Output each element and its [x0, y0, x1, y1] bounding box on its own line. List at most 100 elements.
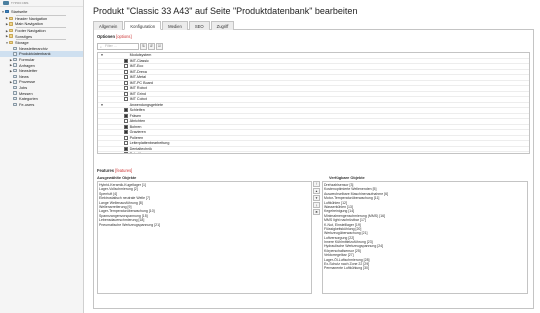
caret-down-icon[interactable]: ▼ — [98, 103, 106, 107]
option-label: IMT-Drexa — [129, 69, 147, 74]
tree-item-label: Prozesse — [19, 79, 36, 85]
tab-zugriff[interactable]: Zugriff — [210, 21, 235, 30]
tree-item[interactable]: ▶ Main Navigation — [0, 21, 83, 27]
tree-item-label: Storage — [15, 40, 29, 46]
option-group-label: Anwendungsgebiete — [129, 102, 164, 107]
page-icon — [13, 85, 17, 90]
collapse-all-button[interactable]: ⇅ — [140, 42, 147, 50]
folder-icon — [9, 28, 13, 33]
tree-item-label: Newsletterarchiv — [19, 45, 48, 51]
features-field-label: Features [features] — [97, 168, 530, 173]
option-checkbox[interactable] — [124, 119, 128, 124]
select-all-button[interactable]: ☑ — [156, 42, 163, 50]
move-up-button[interactable]: ▲ — [313, 188, 320, 194]
optionen-field-id: [options] — [116, 34, 132, 39]
available-objects-list[interactable]: Drehzahlsensor [3] Kostenoptimierte Welle… — [322, 181, 528, 294]
features-field-id: [features] — [115, 168, 133, 173]
option-label: IMT Grind — [129, 91, 146, 96]
tree-item-label: Main Navigation — [15, 21, 43, 27]
option-checkbox[interactable] — [124, 141, 128, 146]
option-checkbox[interactable] — [124, 80, 128, 85]
option-label: IMT-Eco — [129, 64, 144, 69]
tree-item-label: Startseite — [11, 9, 28, 15]
option-checkbox[interactable] — [124, 64, 128, 69]
tree-item-label: Footer Navigation — [15, 28, 46, 34]
option-label: Bohren — [129, 124, 142, 129]
option-label: Leiterplattenbearbeitung — [129, 141, 170, 146]
option-label: IMT-PC Board — [129, 80, 153, 85]
tree-item[interactable]: Fe-users — [0, 102, 83, 108]
filter-placeholder: Filter ... — [105, 44, 117, 48]
folder-icon — [9, 41, 13, 45]
page-icon — [13, 91, 17, 95]
option-checkbox[interactable] — [124, 108, 128, 113]
caret-down-icon[interactable]: ▼ — [98, 53, 106, 57]
folder-icon — [9, 16, 13, 21]
move-down-button[interactable]: ▼ — [313, 195, 320, 201]
features-column-headings: Ausgewählte Objekte Verfügbare Objekte — [97, 175, 530, 180]
sidebar-header-label: TYPO3 CMS — [11, 1, 29, 5]
option-checkbox[interactable] — [124, 130, 128, 135]
option-checkbox[interactable] — [124, 124, 128, 129]
option-label: IMT Cobot — [129, 97, 147, 102]
selected-list-controls: ⤒ ▲ ▼ ⤓ ✖ — [313, 181, 321, 294]
option-checkbox[interactable] — [124, 75, 128, 80]
page-icon — [13, 63, 17, 67]
option-checkbox[interactable] — [124, 69, 128, 74]
option-label: Dentaltechnik — [129, 146, 152, 151]
search-icon: ⌕ — [100, 44, 102, 49]
option-checkbox[interactable] — [124, 58, 128, 63]
expand-all-button[interactable]: ⇵ — [148, 42, 155, 50]
option-checkbox[interactable] — [124, 91, 128, 96]
tab-medien[interactable]: Medien — [162, 21, 188, 30]
option-label: Gravieren — [129, 130, 146, 135]
optionen-field-label: Optionen [options] — [97, 34, 530, 39]
page-title: Produkt "Classic 33 A43" auf Seite "Prod… — [93, 6, 358, 16]
typo3-logo-icon — [3, 1, 9, 5]
option-checkbox[interactable] — [124, 135, 128, 140]
tree-item-label: Jobs — [19, 85, 28, 91]
available-object-item[interactable]: Permanente Luftkühlung [30] — [324, 266, 526, 270]
main-content: Produkt "Classic 33 A43" auf Seite "Prod… — [84, 0, 540, 313]
page-icon — [13, 74, 17, 79]
site-icon — [5, 10, 9, 14]
option-label: IMT-Metal — [129, 75, 146, 80]
tab-konfiguration[interactable]: Konfiguration — [124, 21, 162, 30]
page-icon — [13, 102, 17, 106]
move-bottom-icon: ⤓ — [315, 203, 318, 207]
arrow-up-icon: ▲ — [315, 189, 318, 193]
optionen-filter-bar: ⌕ Filter ... ⇅ ⇵ ☑ — [97, 42, 530, 50]
option-checkbox[interactable] — [124, 97, 128, 102]
optionen-filter-input[interactable]: ⌕ Filter ... — [97, 42, 139, 50]
tree-item-label: Anfragen — [19, 62, 35, 68]
move-to-top-button[interactable]: ⤒ — [313, 181, 320, 187]
option-checkbox[interactable] — [124, 113, 128, 118]
optionen-label: Optionen — [97, 34, 115, 39]
tab-allgemein[interactable]: Allgemein — [93, 21, 124, 30]
tab-seo[interactable]: SEO — [188, 21, 210, 30]
tree-item-label: Messen — [19, 90, 33, 96]
move-to-bottom-button[interactable]: ⤓ — [313, 202, 320, 208]
option-checkbox[interactable] — [124, 86, 128, 91]
features-multiselect: Hybrid-Keramik-Kugellager [1] Lager-Volls… — [97, 181, 530, 294]
option-label: Abrichten — [129, 119, 146, 124]
page-icon — [13, 46, 17, 51]
tree-item-label: Sonstiges — [15, 33, 33, 39]
page-tree-sidebar: TYPO3 CMS ▼ Startseite ▶ Header Navigation ▶… — [0, 0, 84, 313]
selected-objects-list[interactable]: Hybrid-Keramik-Kugellager [1] Lager-Volls… — [97, 181, 312, 294]
option-label: Polieren — [129, 135, 144, 140]
option-group-label: Modulsystem — [129, 53, 152, 58]
page-icon — [13, 69, 17, 73]
checkbox-icon: ☑ — [157, 43, 162, 48]
expand-icon: ⇵ — [150, 43, 153, 48]
tree-item-label: Header Navigation — [15, 15, 48, 21]
page-icon — [13, 57, 17, 62]
tree-item-label: Kategorien — [19, 96, 38, 102]
folder-icon — [9, 22, 13, 26]
option-label: IMT Robot — [129, 86, 147, 91]
remove-selected-button[interactable]: ✖ — [313, 209, 320, 215]
tab-panel-konfiguration: Optionen [options] ⌕ Filter ... ⇅ ⇵ ☑ ▼ M… — [93, 29, 534, 309]
option-checkbox[interactable] — [124, 146, 128, 151]
page-icon — [13, 52, 17, 56]
selected-object-item[interactable]: Pneumatische Werkzeugspannung [21] — [99, 223, 310, 227]
